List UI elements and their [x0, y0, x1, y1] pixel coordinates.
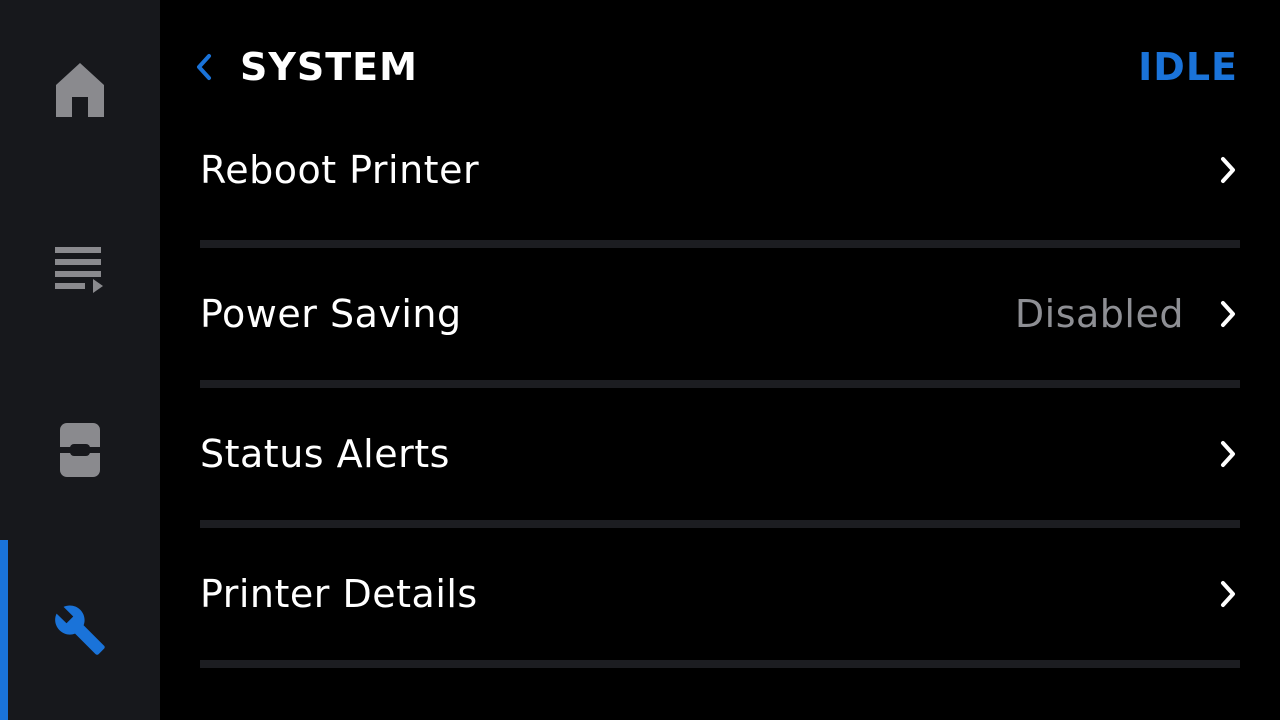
- chevron-right-icon: [1216, 579, 1240, 609]
- divider: [200, 520, 1240, 528]
- sidebar-item-queue[interactable]: [0, 180, 160, 360]
- chevron-right-icon: [1216, 439, 1240, 469]
- sidebar-item-printer[interactable]: [0, 360, 160, 540]
- divider: [200, 380, 1240, 388]
- menu-item-value: Disabled: [1014, 292, 1184, 336]
- menu-item-label: Power Saving: [200, 292, 462, 336]
- home-icon: [56, 63, 104, 117]
- sidebar-item-settings[interactable]: [0, 540, 160, 720]
- header: SYSTEM IDLE: [160, 0, 1280, 130]
- menu-item-label: Printer Details: [200, 572, 478, 616]
- chevron-right-icon: [1216, 299, 1240, 329]
- printer-status: IDLE: [1138, 45, 1238, 89]
- chevron-right-icon: [1216, 155, 1240, 185]
- menu-item-label: Status Alerts: [200, 432, 450, 476]
- menu-item-reboot-printer[interactable]: Reboot Printer: [200, 147, 1240, 193]
- sidebar: [0, 0, 160, 720]
- printer-icon: [60, 423, 100, 477]
- wrench-icon: [55, 605, 105, 655]
- sidebar-item-home[interactable]: [0, 0, 160, 180]
- divider: [200, 240, 1240, 248]
- menu-item-power-saving[interactable]: Power Saving Disabled: [200, 291, 1240, 337]
- queue-list-icon: [55, 247, 103, 293]
- menu-item-status-alerts[interactable]: Status Alerts: [200, 431, 1240, 477]
- app: SYSTEM IDLE Reboot Printer Power Saving …: [0, 0, 1280, 720]
- chevron-left-icon: [197, 54, 211, 80]
- page-title: SYSTEM: [240, 45, 418, 89]
- back-button[interactable]: [188, 47, 220, 87]
- menu-item-printer-details[interactable]: Printer Details: [200, 571, 1240, 617]
- divider: [200, 660, 1240, 668]
- menu-item-label: Reboot Printer: [200, 148, 480, 192]
